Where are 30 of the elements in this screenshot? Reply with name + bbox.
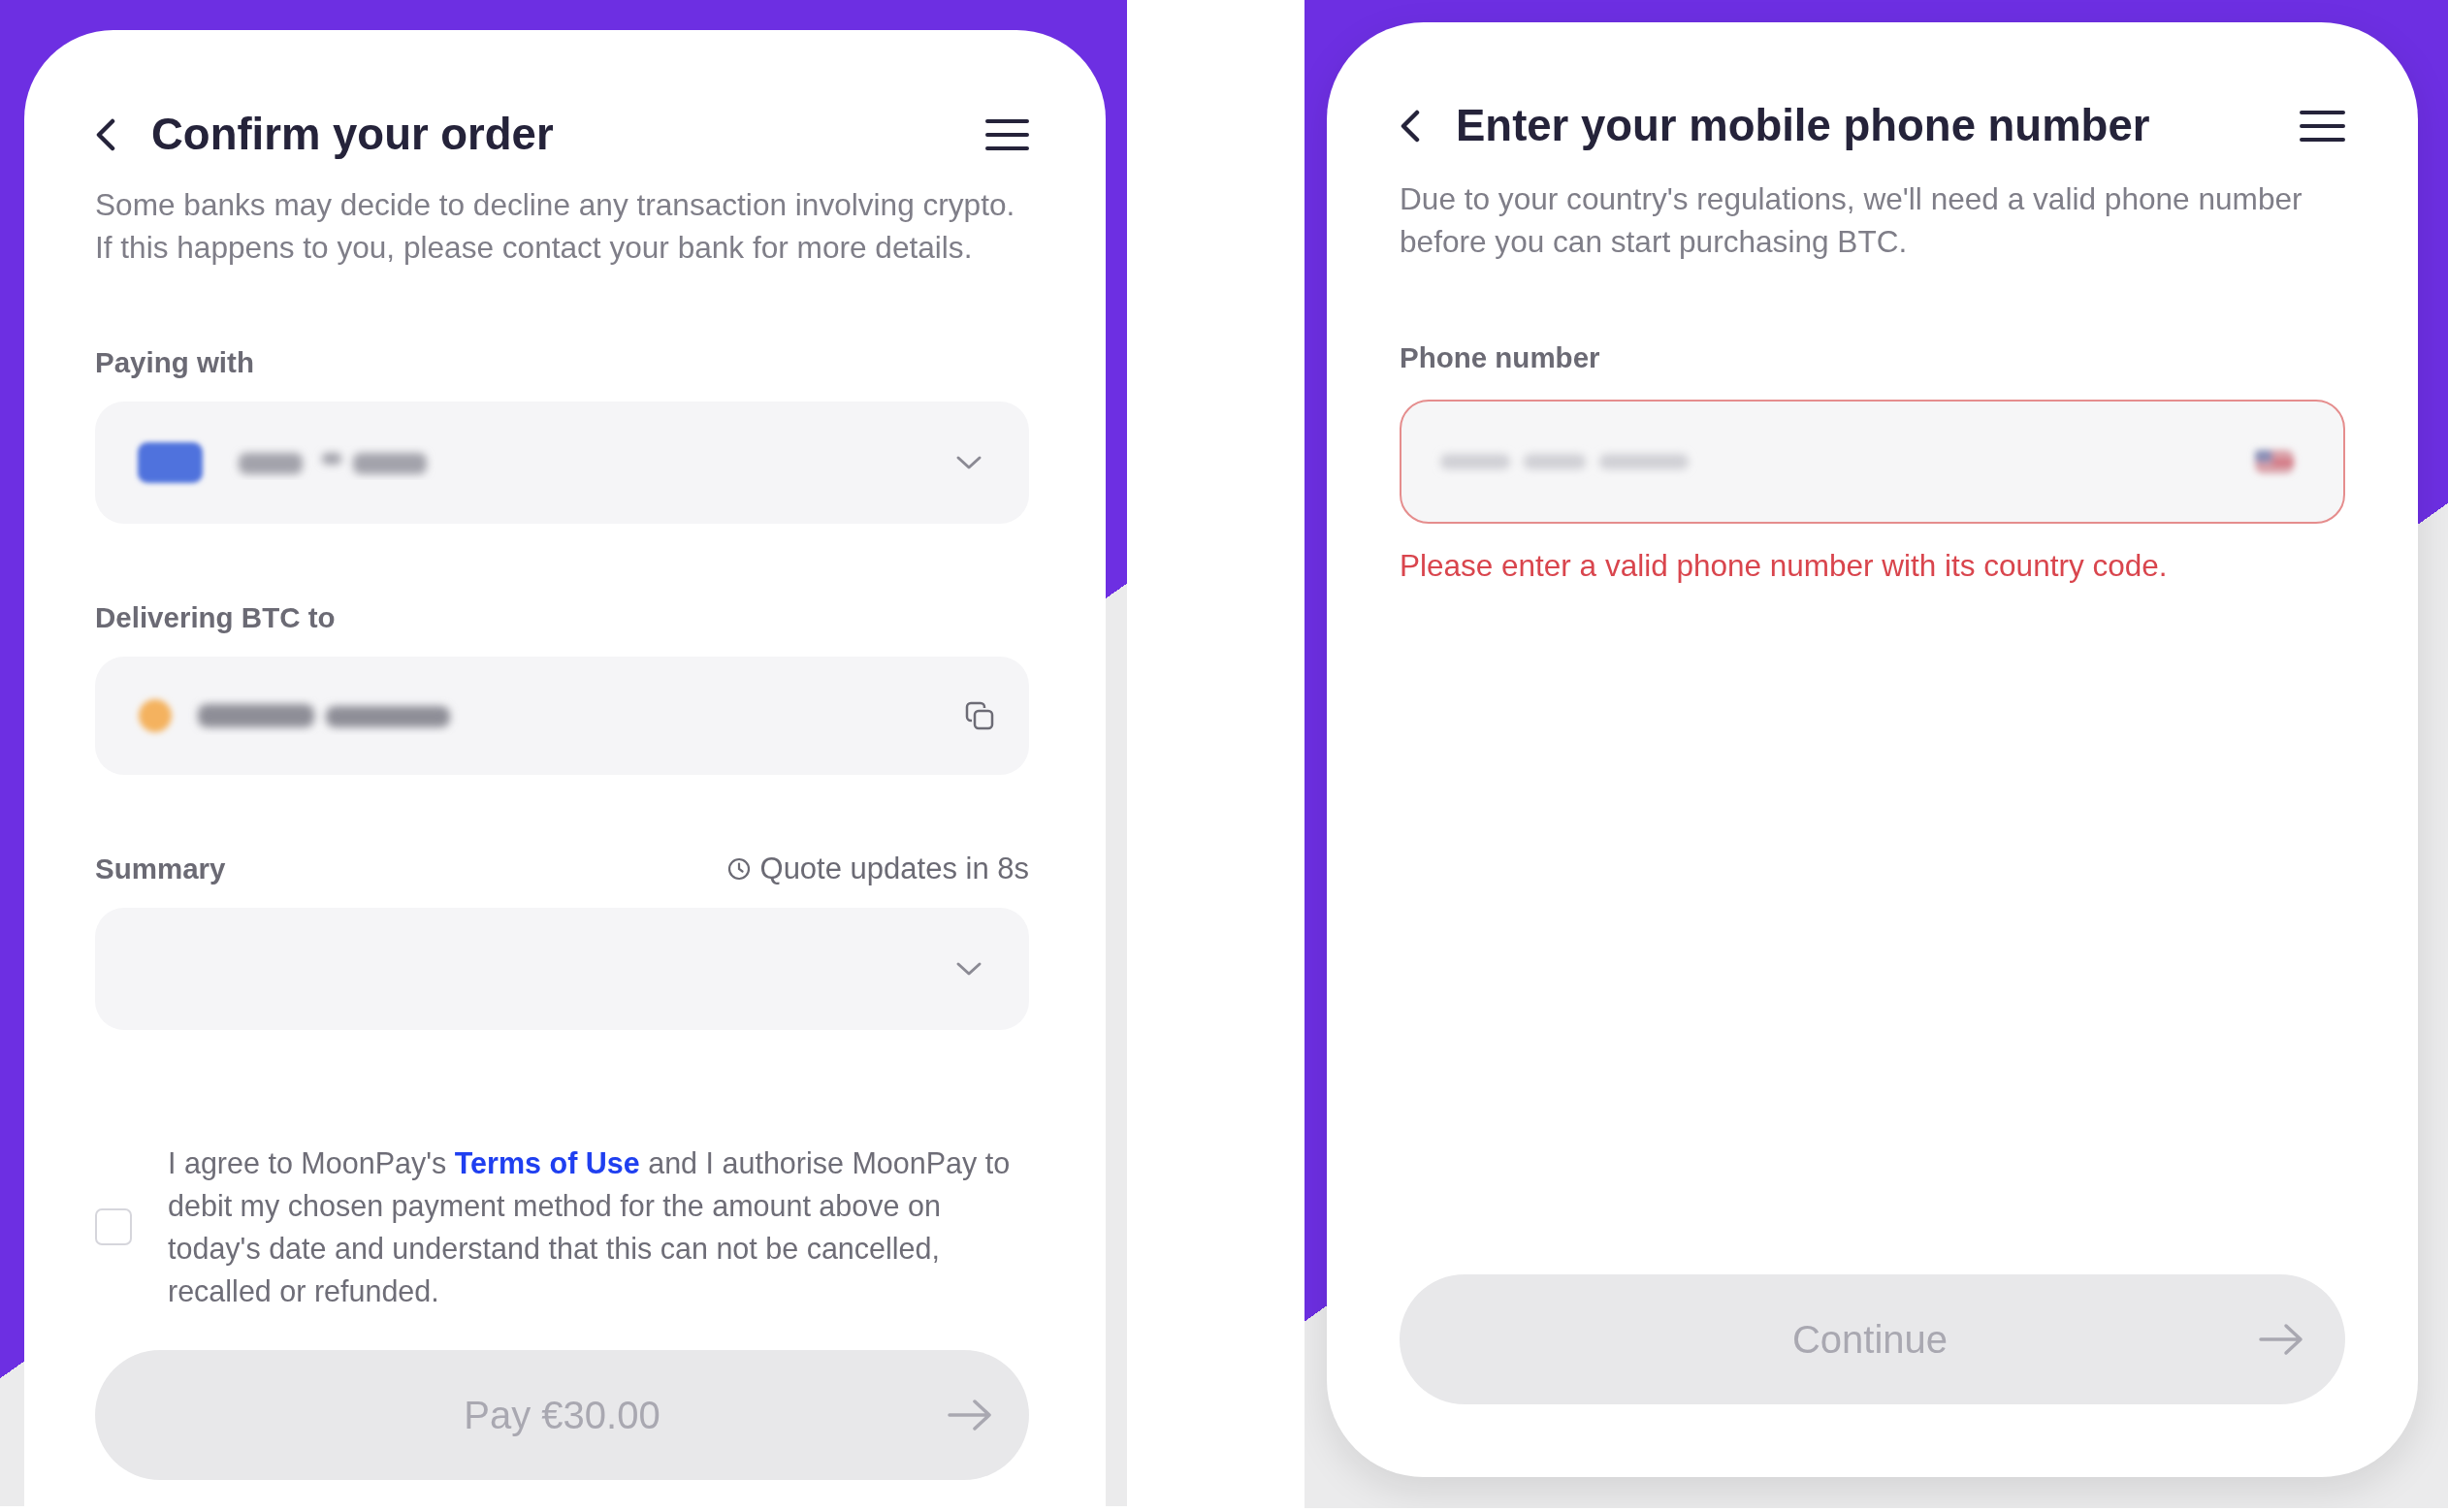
error-message: Please enter a valid phone number with its country code. — [1400, 547, 2169, 585]
consent-text: I agree to MoonPay's Terms of Use and I authorise MoonPay to debit my chosen payment method for the amount above on today's date and understand that this can not be cancelled, recalled or refunded. — [168, 1145, 1012, 1309]
clock-icon — [726, 857, 751, 881]
phone-input[interactable] — [1400, 400, 2345, 524]
payment-method-select[interactable] — [95, 402, 1029, 524]
chevron-down-icon — [955, 961, 982, 977]
menu-button[interactable] — [2300, 110, 2345, 143]
chevron-left-icon — [1400, 110, 1421, 143]
screen-title: Confirm your order — [151, 109, 554, 161]
terms-link[interactable]: Terms of Use — [454, 1146, 640, 1179]
field-label: Delivering BTC to — [95, 600, 336, 635]
wallet-address-field[interactable] — [95, 657, 1029, 775]
description-text: Some banks may decide to decline any transaction involving crypto. If this happens to you, please contact your bank for more details. — [95, 186, 1016, 267]
arrow-right-icon — [947, 1399, 993, 1432]
checkbox[interactable] — [95, 1208, 132, 1245]
field-label: Summary — [95, 852, 226, 886]
chevron-left-icon — [95, 118, 116, 151]
menu-icon — [985, 118, 1029, 151]
copy-icon[interactable] — [965, 701, 994, 730]
arrow-right-icon — [2258, 1323, 2304, 1356]
chevron-down-icon — [955, 455, 982, 470]
back-button[interactable] — [95, 118, 116, 151]
menu-button[interactable] — [985, 118, 1029, 151]
description-text: Due to your country's regulations, we'll need a valid phone number before you can start purchasing BTC. — [1400, 180, 2303, 261]
screen-title: Enter your mobile phone number — [1456, 100, 2150, 152]
field-label: Phone number — [1400, 340, 1600, 375]
menu-icon — [2300, 110, 2345, 143]
field-label: Paying with — [95, 345, 254, 380]
back-button[interactable] — [1400, 110, 1421, 143]
quote-timer-text: Quote updates in 8s — [759, 851, 1029, 887]
